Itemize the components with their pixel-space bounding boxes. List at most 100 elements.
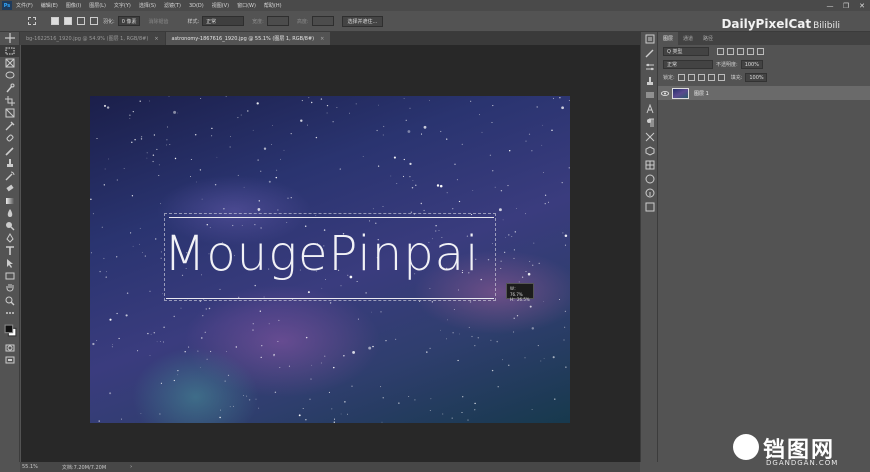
eraser-tool-icon[interactable] bbox=[0, 182, 20, 195]
libraries-icon[interactable] bbox=[641, 172, 659, 186]
status-arrow-icon[interactable]: › bbox=[130, 464, 132, 470]
height-label: 高度: bbox=[296, 18, 309, 25]
layer-item[interactable]: 图层 1 bbox=[658, 86, 870, 100]
tab-channels[interactable]: 通道 bbox=[678, 32, 698, 45]
tab-layers[interactable]: 图层 bbox=[658, 32, 679, 45]
edit-toolbar-icon[interactable] bbox=[0, 307, 20, 320]
minimize-button[interactable]: — bbox=[822, 0, 838, 11]
lock-image-icon[interactable] bbox=[687, 74, 695, 81]
zoom-tool-icon[interactable] bbox=[0, 295, 20, 308]
clone-stamp-tool-icon[interactable] bbox=[0, 157, 20, 170]
marquee-tool-preset-icon[interactable] bbox=[28, 17, 36, 25]
filter-pixel-icon[interactable] bbox=[717, 48, 724, 55]
lasso-tool-icon[interactable] bbox=[0, 70, 20, 83]
subtract-selection-icon[interactable] bbox=[77, 17, 85, 25]
layer-kind-filter[interactable]: Q 类型 bbox=[663, 47, 709, 56]
hand-tool-icon[interactable] bbox=[0, 282, 20, 295]
history-panel-icon[interactable] bbox=[641, 32, 659, 46]
close-window-button[interactable]: ✕ bbox=[854, 0, 870, 11]
menu-filter[interactable]: 滤镜(T) bbox=[164, 2, 181, 9]
history-brush-tool-icon[interactable] bbox=[0, 170, 20, 183]
rectangle-tool-icon[interactable] bbox=[0, 270, 20, 283]
height-input[interactable] bbox=[311, 16, 334, 26]
artboard-tool-icon[interactable] bbox=[0, 57, 20, 70]
layer-name[interactable]: 图层 1 bbox=[694, 90, 709, 97]
blend-mode-select[interactable]: 正常 bbox=[663, 60, 713, 69]
move-tool-icon[interactable] bbox=[0, 32, 20, 45]
document-size: 文档:7.20M/7.20M bbox=[61, 464, 107, 471]
glyphs-icon[interactable] bbox=[641, 130, 659, 144]
rectangular-marquee-tool-icon[interactable] bbox=[0, 44, 20, 57]
zoom-level[interactable]: 55.1% bbox=[22, 464, 38, 470]
select-and-mask-button[interactable]: 选择并遮住... bbox=[341, 15, 384, 27]
pen-tool-icon[interactable] bbox=[0, 232, 20, 245]
menu-layer[interactable]: 图层(L) bbox=[89, 2, 106, 9]
new-selection-icon[interactable] bbox=[51, 17, 59, 25]
menu-view[interactable]: 视图(V) bbox=[212, 2, 229, 9]
menu-image[interactable]: 图像(I) bbox=[66, 2, 81, 9]
brush-tool-icon[interactable] bbox=[0, 145, 20, 158]
filter-adjustment-icon[interactable] bbox=[727, 48, 734, 55]
layer-thumbnail bbox=[672, 87, 689, 99]
brush-settings-icon[interactable] bbox=[641, 46, 659, 60]
tab-paths[interactable]: 路径 bbox=[698, 32, 718, 45]
lock-all-icon[interactable] bbox=[717, 74, 725, 81]
restore-button[interactable]: ❐ bbox=[838, 0, 854, 11]
gradient-tool-icon[interactable] bbox=[0, 195, 20, 208]
3d-panel-icon[interactable] bbox=[641, 144, 659, 158]
lock-artboard-icon[interactable] bbox=[707, 74, 715, 81]
close-tab-icon[interactable]: × bbox=[154, 36, 158, 42]
style-select[interactable]: 正常 bbox=[202, 16, 245, 26]
path-selection-tool-icon[interactable] bbox=[0, 257, 20, 270]
crop-tool-icon[interactable] bbox=[0, 95, 20, 108]
menu-help[interactable]: 帮助(H) bbox=[264, 2, 282, 9]
healing-brush-tool-icon[interactable] bbox=[0, 132, 20, 145]
add-to-selection-icon[interactable] bbox=[64, 17, 72, 25]
adjustments-icon[interactable] bbox=[641, 60, 659, 74]
fill-label: 填充: bbox=[730, 75, 743, 81]
close-tab-icon[interactable]: × bbox=[320, 36, 324, 42]
canvas-workspace[interactable]: MougePinpai W：76.7% H：26.5% bbox=[21, 45, 640, 462]
document-canvas-image[interactable]: MougePinpai W：76.7% H：26.5% bbox=[90, 96, 570, 423]
swatches-panel-icon[interactable] bbox=[641, 158, 659, 172]
filter-type-icon[interactable] bbox=[737, 48, 744, 55]
document-tab-astronomy[interactable]: astronomy-1867616_1920.jpg @ 55.1% (图层 1… bbox=[165, 32, 331, 45]
properties-icon[interactable] bbox=[641, 88, 659, 102]
clone-source-icon[interactable] bbox=[641, 74, 659, 88]
feather-input[interactable]: 0 像素 bbox=[117, 16, 141, 26]
antialias-checkbox[interactable]: 消除锯齿 bbox=[148, 18, 168, 25]
dodge-tool-icon[interactable] bbox=[0, 220, 20, 233]
quick-mask-icon[interactable] bbox=[0, 342, 20, 355]
menu-edit[interactable]: 编辑(E) bbox=[41, 2, 58, 9]
menu-window[interactable]: 窗口(W) bbox=[237, 2, 256, 9]
lock-transparent-icon[interactable] bbox=[677, 74, 685, 81]
menu-select[interactable]: 选择(S) bbox=[139, 2, 156, 9]
fill-input[interactable]: 100% bbox=[745, 73, 768, 82]
menu-file[interactable]: 文件(F) bbox=[16, 2, 33, 9]
eye-icon[interactable] bbox=[658, 90, 672, 96]
watermark-text: DailyPixelCat bbox=[721, 17, 812, 31]
screen-mode-icon[interactable] bbox=[0, 354, 20, 367]
quick-selection-tool-icon[interactable] bbox=[0, 82, 20, 95]
layer-comps-icon[interactable] bbox=[641, 200, 659, 214]
width-input[interactable] bbox=[266, 16, 289, 26]
filter-shape-icon[interactable] bbox=[747, 48, 754, 55]
frame-tool-icon[interactable] bbox=[0, 107, 20, 120]
color-swatches-icon[interactable] bbox=[0, 320, 20, 342]
menu-type[interactable]: 文字(Y) bbox=[114, 2, 131, 9]
type-tool-icon[interactable] bbox=[0, 245, 20, 258]
blur-tool-icon[interactable] bbox=[0, 207, 20, 220]
eyedropper-tool-icon[interactable] bbox=[0, 120, 20, 133]
tools-panel bbox=[0, 32, 20, 462]
intersect-selection-icon[interactable] bbox=[90, 17, 98, 25]
lock-position-icon[interactable] bbox=[697, 74, 705, 81]
paragraph-panel-icon[interactable] bbox=[641, 116, 659, 130]
opacity-input[interactable]: 100% bbox=[740, 60, 763, 69]
filter-smart-object-icon[interactable] bbox=[757, 48, 764, 55]
info-panel-icon[interactable] bbox=[641, 186, 659, 200]
character-panel-icon[interactable] bbox=[641, 102, 659, 116]
document-tab-bg[interactable]: bg-1622516_1920.jpg @ 54.9% (图层 1, RGB/8… bbox=[20, 32, 165, 45]
tooltip-width: W：76.7% bbox=[510, 286, 523, 297]
menu-3d[interactable]: 3D(D) bbox=[189, 3, 204, 9]
canvas-title-text: MougePinpai bbox=[164, 226, 480, 282]
